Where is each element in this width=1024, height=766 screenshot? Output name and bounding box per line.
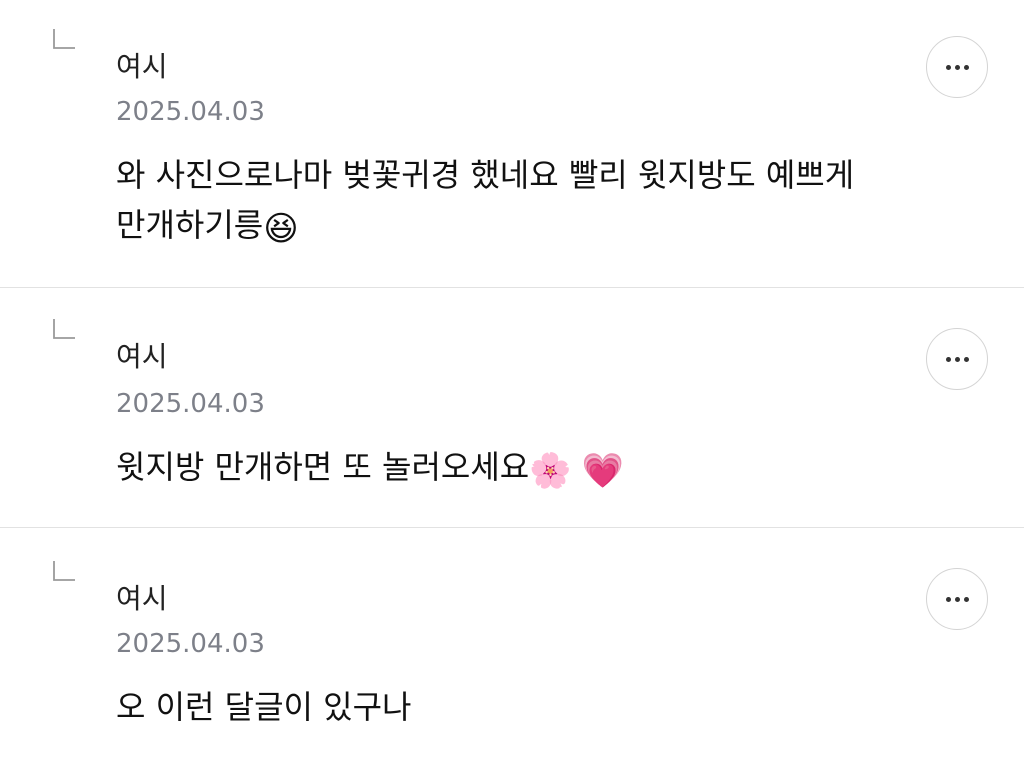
- reply-arrow-icon: [53, 561, 75, 581]
- comment-text-line: 오 이런 달글이 있구나: [116, 688, 412, 726]
- comment-author[interactable]: 여시: [116, 340, 168, 374]
- reply-arrow-icon: [53, 29, 75, 49]
- growing-heart-emoji: 💗: [581, 451, 625, 491]
- reply-arrow-icon: [53, 319, 75, 339]
- cherry-blossom-emoji: 🌸: [529, 451, 572, 491]
- comment-thread: 여시 2025.04.03 와 사진으로나마 벚꽃귀경 했네요 빨리 윗지방도 …: [0, 0, 1024, 766]
- more-dots-icon: [945, 64, 969, 70]
- comment-text-line: 만개하기릉: [116, 206, 264, 244]
- comment-text-line: 윗지방 만개하면 또 놀러오세요: [116, 448, 530, 486]
- comment-date: 2025.04.03: [116, 97, 265, 127]
- comment-text: 오 이런 달글이 있구나: [116, 682, 956, 732]
- comment-date: 2025.04.03: [116, 629, 265, 659]
- grinning-squinting-face-emoji: 😆: [263, 209, 299, 249]
- comment-text: 윗지방 만개하면 또 놀러오세요🌸 💗: [116, 442, 956, 492]
- more-options-button[interactable]: [926, 568, 988, 630]
- reply-comment: 여시 2025.04.03 오 이런 달글이 있구나: [0, 528, 1024, 766]
- comment-author[interactable]: 여시: [116, 50, 168, 84]
- reply-comment: 여시 2025.04.03 와 사진으로나마 벚꽃귀경 했네요 빨리 윗지방도 …: [0, 0, 1024, 288]
- comment-text: 와 사진으로나마 벚꽃귀경 했네요 빨리 윗지방도 예쁘게 만개하기릉😆: [116, 150, 956, 250]
- more-dots-icon: [945, 596, 969, 602]
- comment-author[interactable]: 여시: [116, 582, 168, 616]
- reply-comment: 여시 2025.04.03 윗지방 만개하면 또 놀러오세요🌸 💗: [0, 288, 1024, 528]
- more-options-button[interactable]: [926, 328, 988, 390]
- more-options-button[interactable]: [926, 36, 988, 98]
- comment-text-line: 와 사진으로나마 벚꽃귀경 했네요 빨리 윗지방도 예쁘게: [116, 156, 855, 194]
- more-dots-icon: [945, 356, 969, 362]
- comment-date: 2025.04.03: [116, 389, 265, 419]
